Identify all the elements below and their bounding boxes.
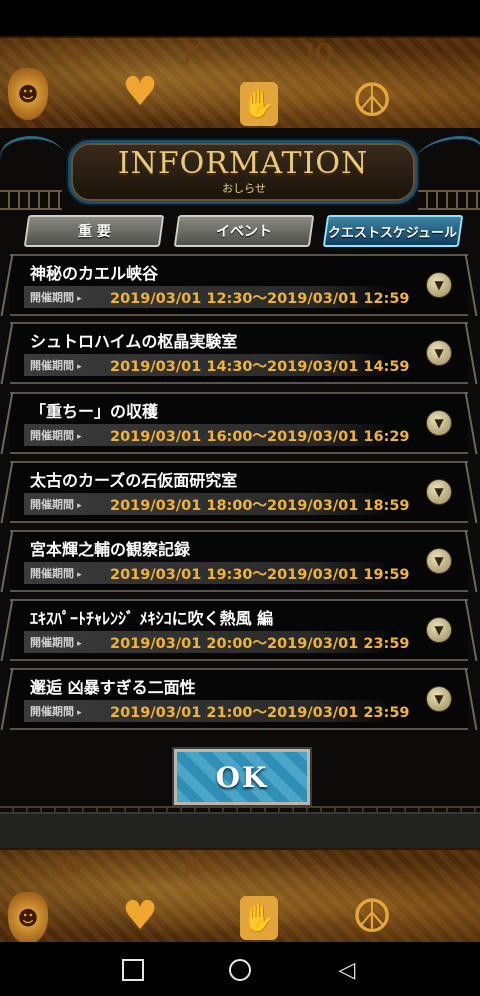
ok-button[interactable]: OK [174, 749, 310, 805]
peace-icon: ☮ [351, 889, 393, 943]
bottom-banner: JO JO ☻ ♥ ✋ ☮ [0, 848, 480, 947]
chevron-down-icon[interactable]: ▼ [426, 548, 452, 574]
item-title: 邂逅 凶暴すぎる二面性 [30, 678, 196, 697]
item-title: 「重ちー」の収穫 [30, 402, 159, 421]
list-item[interactable]: 神秘のカエル峡谷 開催期間 2019/03/01 12:30〜2019/03/0… [10, 254, 468, 316]
list-item[interactable]: 太古のカーズの石仮面研究室 開催期間 2019/03/01 18:00〜2019… [10, 461, 468, 523]
list-item[interactable]: 邂逅 凶暴すぎる二面性 開催期間 2019/03/01 21:00〜2019/0… [10, 668, 468, 730]
chevron-down-icon[interactable]: ▼ [426, 340, 452, 366]
tab-label: イベント [216, 224, 272, 240]
chevron-down-icon[interactable]: ▼ [426, 410, 452, 436]
banner-tile: JO [54, 852, 84, 878]
back-triangle-icon[interactable]: ◁ [333, 956, 361, 984]
chevron-down-icon[interactable]: ▼ [426, 272, 452, 298]
heart-icon: ♥ [122, 69, 158, 115]
page-title: INFORMATION [117, 146, 369, 181]
period-label: 開催期間 [30, 634, 82, 650]
period-bar: 開催期間 2019/03/01 16:00〜2019/03/01 16:29 [24, 424, 410, 446]
peace-icon: ☮ [351, 73, 393, 127]
navigation-bar: ◁ [0, 942, 480, 996]
period-label: 開催期間 [30, 427, 82, 443]
top-banner: JO JO JO ☻ ♥ ✋ ☮ [0, 36, 480, 135]
mask-icon: ☻ [8, 892, 48, 944]
period-bar: 開催期間 2019/03/01 20:00〜2019/03/01 23:59 [24, 631, 410, 653]
period-value: 2019/03/01 20:00〜2019/03/01 23:59 [110, 636, 410, 652]
hand-icon: ✋ [240, 82, 278, 126]
list-item[interactable]: 宮本輝之輔の観察記録 開催期間 2019/03/01 19:30〜2019/03… [10, 530, 468, 592]
banner-tile: JO [182, 40, 212, 66]
item-title: 宮本輝之輔の観察記録 [30, 540, 191, 559]
list-item[interactable]: シュトロハイムの枢晶実験室 開催期間 2019/03/01 14:30〜2019… [10, 322, 468, 384]
mask-icon: ☻ [8, 68, 48, 120]
banner-tile: JO [182, 852, 212, 878]
period-value: 2019/03/01 12:30〜2019/03/01 12:59 [110, 291, 410, 307]
list-item[interactable]: 「重ちー」の収穫 開催期間 2019/03/01 16:00〜2019/03/0… [10, 392, 468, 454]
banner-tile: JO [54, 40, 84, 66]
tab-event[interactable]: イベント [173, 215, 315, 247]
period-value: 2019/03/01 18:00〜2019/03/01 18:59 [110, 498, 410, 514]
period-label: 開催期間 [30, 703, 82, 719]
square-icon[interactable] [119, 956, 147, 984]
tab-quest-schedule[interactable]: クエストスケジュール [322, 215, 464, 247]
period-bar: 開催期間 2019/03/01 21:00〜2019/03/01 23:59 [24, 700, 410, 722]
status-bar [0, 0, 480, 36]
period-value: 2019/03/01 19:30〜2019/03/01 19:59 [110, 567, 410, 583]
period-label: 開催期間 [30, 496, 82, 512]
item-title: 神秘のカエル峡谷 [30, 264, 159, 283]
chevron-down-icon[interactable]: ▼ [426, 686, 452, 712]
hand-icon: ✋ [240, 896, 278, 940]
item-title: シュトロハイムの枢晶実験室 [30, 332, 238, 351]
tab-label: 重 要 [77, 224, 111, 240]
period-bar: 開催期間 2019/03/01 14:30〜2019/03/01 14:59 [24, 354, 410, 376]
item-title: ｴｷｽﾊﾟｰﾄﾁｬﾚﾝｼﾞ ﾒｷｼｺに吹く熱風 編 [30, 609, 274, 628]
period-value: 2019/03/01 21:00〜2019/03/01 23:59 [110, 705, 410, 721]
period-bar: 開催期間 2019/03/01 19:30〜2019/03/01 19:59 [24, 562, 410, 584]
period-label: 開催期間 [30, 565, 82, 581]
rail-left [0, 190, 62, 210]
rail-right [418, 190, 480, 210]
circle-icon[interactable] [226, 956, 254, 984]
tab-label: クエストスケジュール [328, 225, 458, 241]
period-bar: 開催期間 2019/03/01 18:00〜2019/03/01 18:59 [24, 493, 410, 515]
chevron-down-icon[interactable]: ▼ [426, 617, 452, 643]
period-label: 開催期間 [30, 357, 82, 373]
period-label: 開催期間 [30, 289, 82, 305]
item-title: 太古のカーズの石仮面研究室 [30, 471, 238, 490]
chevron-down-icon[interactable]: ▼ [426, 479, 452, 505]
list-item[interactable]: ｴｷｽﾊﾟｰﾄﾁｬﾚﾝｼﾞ ﾒｷｼｺに吹く熱風 編 開催期間 2019/03/0… [10, 599, 468, 661]
period-bar: 開催期間 2019/03/01 12:30〜2019/03/01 12:59 [24, 286, 410, 308]
heart-icon: ♥ [122, 893, 158, 939]
page-subtitle: おしらせ [222, 182, 266, 195]
period-value: 2019/03/01 14:30〜2019/03/01 14:59 [110, 359, 410, 375]
period-value: 2019/03/01 16:00〜2019/03/01 16:29 [110, 429, 410, 445]
footer-strip [0, 812, 480, 852]
banner-tile: JO [304, 40, 334, 66]
tab-important[interactable]: 重 要 [23, 215, 165, 247]
